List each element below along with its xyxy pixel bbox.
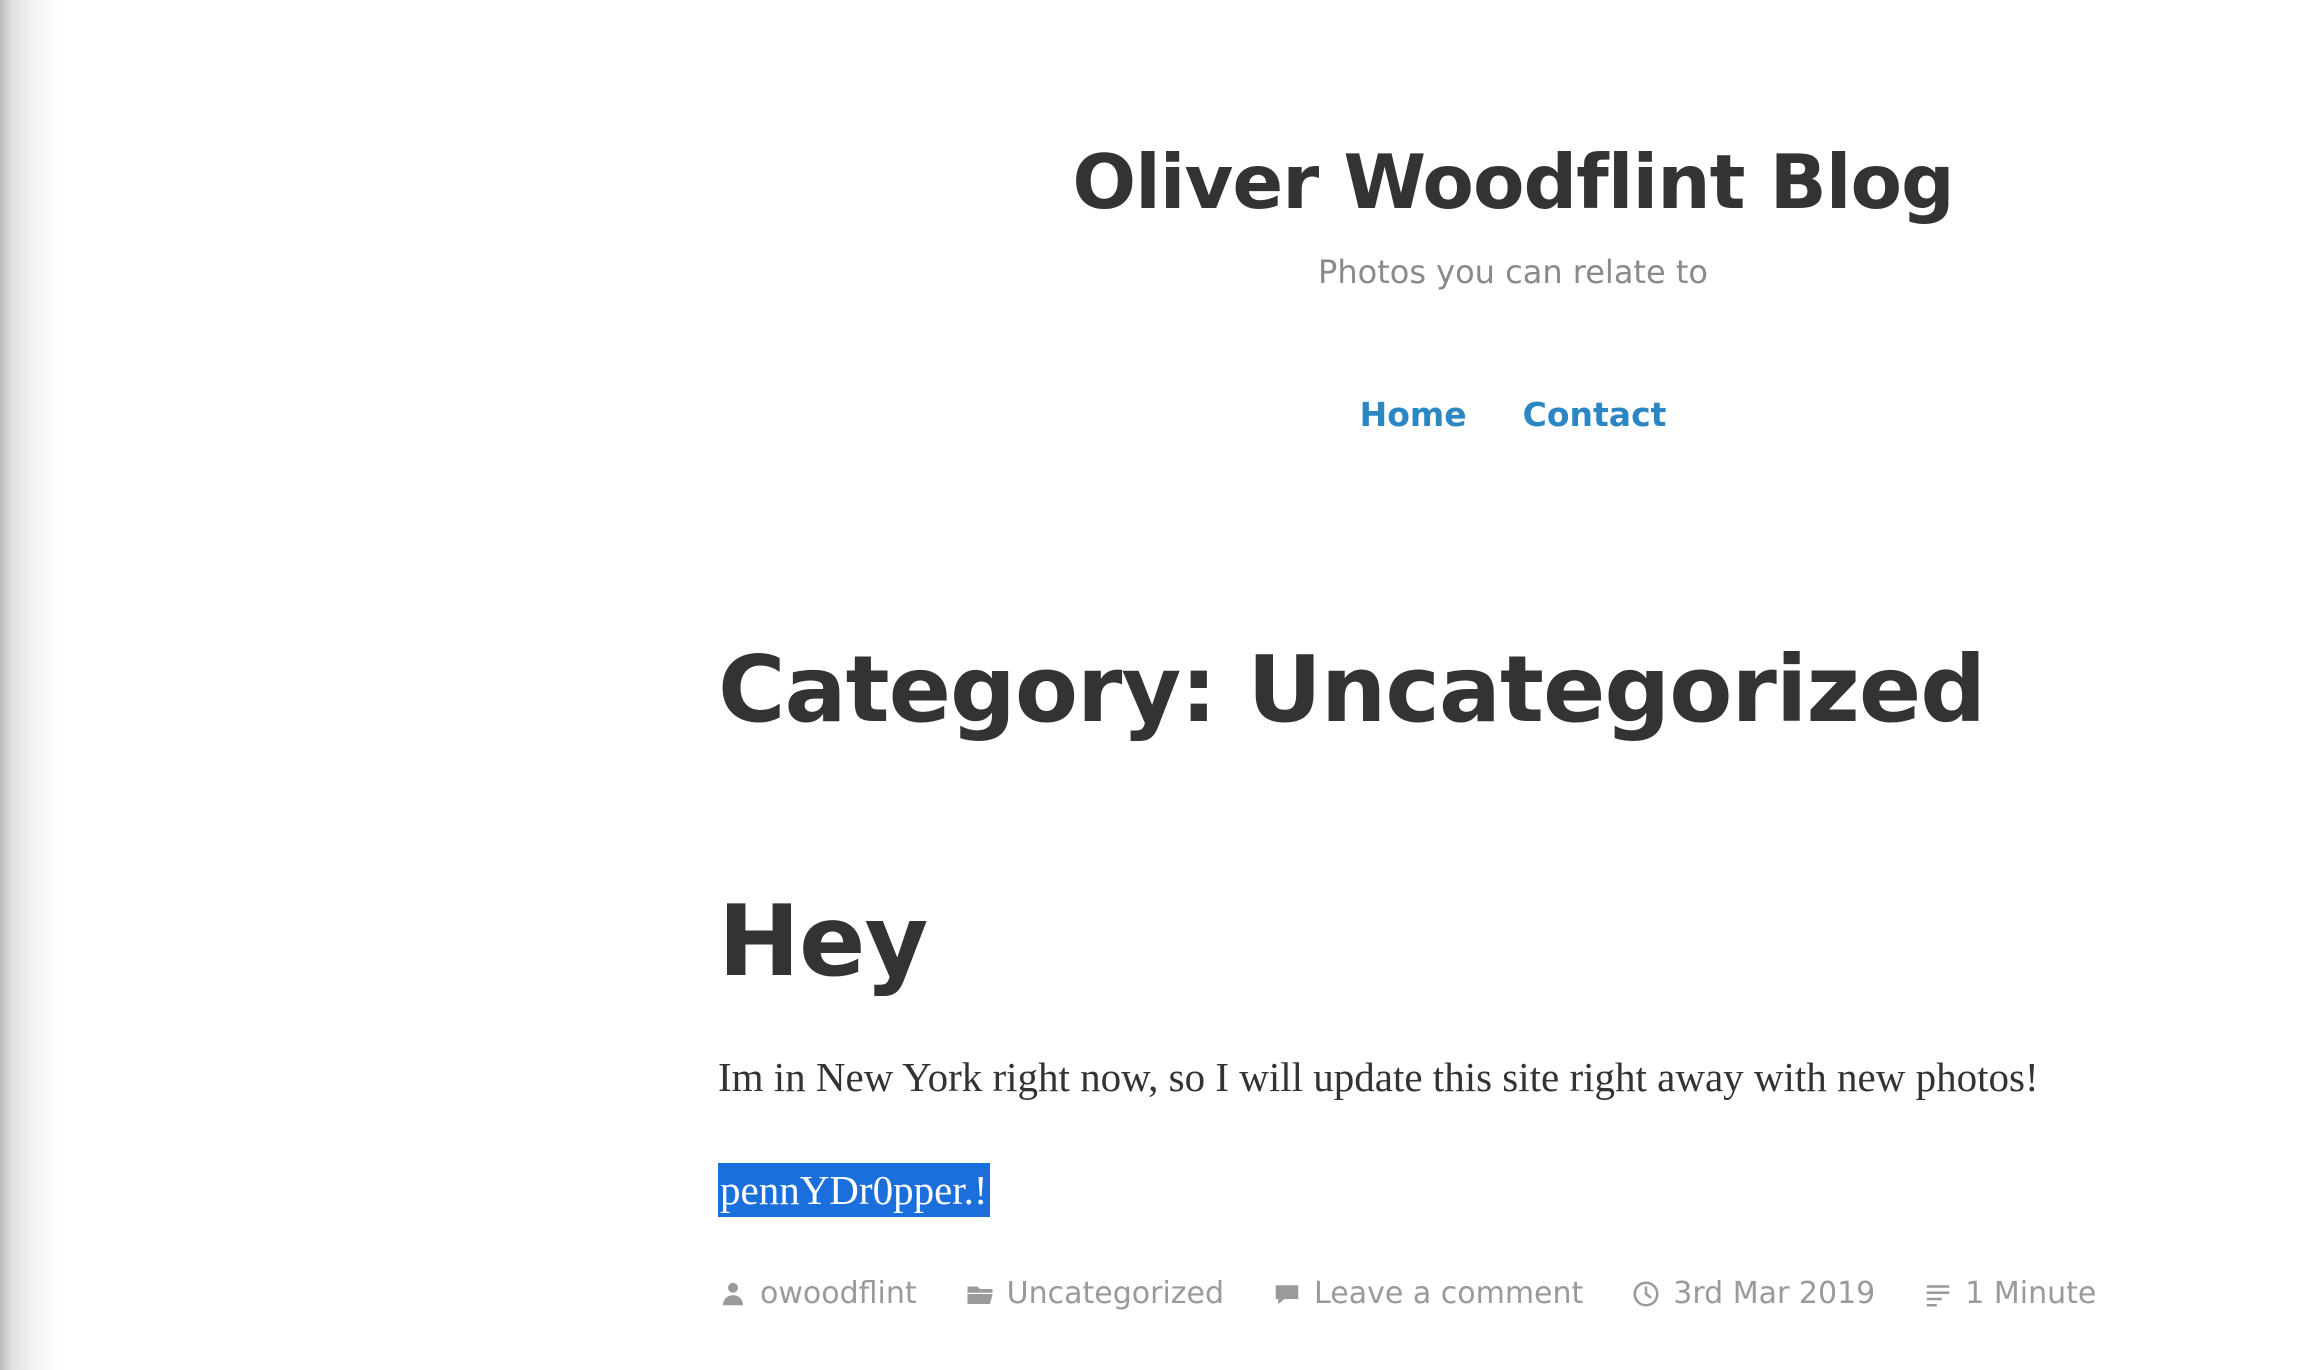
archive-title: Category: Uncategorized [718,636,1986,743]
post-date-link[interactable]: 3rd Mar 2019 [1673,1272,1875,1316]
meta-category: Uncategorized [965,1272,1224,1316]
post-paragraph-selected: pennYDr0pper.! [718,1162,990,1218]
clock-icon [1633,1281,1659,1307]
person-icon [723,1282,743,1306]
meta-comments: Leave a comment [1272,1272,1583,1316]
meta-date: 3rd Mar 2019 [1631,1272,1875,1316]
meta-author: owoodflint [718,1272,917,1316]
entry-meta: owoodflint Uncategorized Leave a comment [718,1272,2096,1316]
site-description: Photos you can relate to [1318,253,1708,291]
post-title[interactable]: Hey [718,882,928,1002]
author-link[interactable]: owoodflint [760,1272,917,1316]
nav-item-home[interactable]: Home [1360,390,1467,440]
site-title[interactable]: Oliver Woodflint Blog [940,127,2086,237]
main-navigation: Home Contact [940,390,2086,440]
meta-reading-time: 1 Minute [1923,1272,2096,1316]
selected-text[interactable]: pennYDr0pper.! [718,1163,990,1217]
post-content: Im in New York right now, so I will upda… [718,1054,2039,1100]
nav-item-contact[interactable]: Contact [1523,390,1667,440]
reading-time-text: 1 Minute [1965,1276,2097,1311]
reading-time-icon [1927,1285,1950,1307]
window-left-shadow [0,0,60,1370]
comment-bubble-icon [1275,1285,1299,1304]
category-link[interactable]: Uncategorized [1007,1272,1224,1316]
leave-comment-link[interactable]: Leave a comment [1314,1272,1583,1316]
folder-icon [967,1286,993,1304]
